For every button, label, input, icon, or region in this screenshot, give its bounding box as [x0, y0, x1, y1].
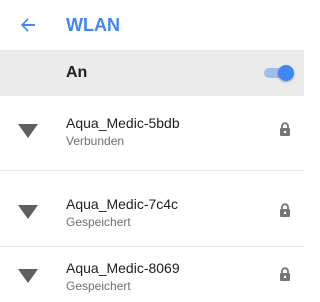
wifi-master-switch-row[interactable]: An — [0, 50, 304, 96]
wifi-signal-icon — [18, 205, 38, 219]
back-button[interactable] — [16, 14, 40, 36]
master-switch-label: An — [66, 64, 88, 81]
lock-icon — [280, 203, 290, 217]
wifi-settings-screen: WLAN An Aqua_Medic-5bdb Verbunden Aqua_M… — [0, 0, 304, 302]
network-name: Aqua_Medic-8069 — [66, 260, 180, 276]
network-item[interactable]: Aqua_Medic-5bdb Verbunden — [0, 105, 304, 163]
divider — [0, 246, 304, 247]
network-item[interactable]: Aqua_Medic-8069 Gespeichert — [0, 250, 304, 302]
app-bar: WLAN — [0, 0, 304, 50]
wifi-signal-icon — [18, 124, 38, 138]
network-status: Gespeichert — [66, 279, 131, 293]
page-title: WLAN — [66, 15, 120, 35]
network-item[interactable]: Aqua_Medic-7c4c Gespeichert — [0, 186, 304, 244]
toggle-thumb — [278, 65, 294, 81]
arrow-back-icon — [21, 18, 35, 32]
network-status: Verbunden — [66, 134, 125, 148]
divider — [0, 170, 304, 171]
lock-icon — [280, 267, 290, 281]
network-status: Gespeichert — [66, 215, 131, 229]
wifi-signal-icon — [18, 269, 38, 283]
lock-icon — [280, 122, 290, 136]
wifi-toggle-switch[interactable] — [264, 65, 294, 81]
network-name: Aqua_Medic-5bdb — [66, 115, 180, 131]
network-name: Aqua_Medic-7c4c — [66, 196, 179, 212]
